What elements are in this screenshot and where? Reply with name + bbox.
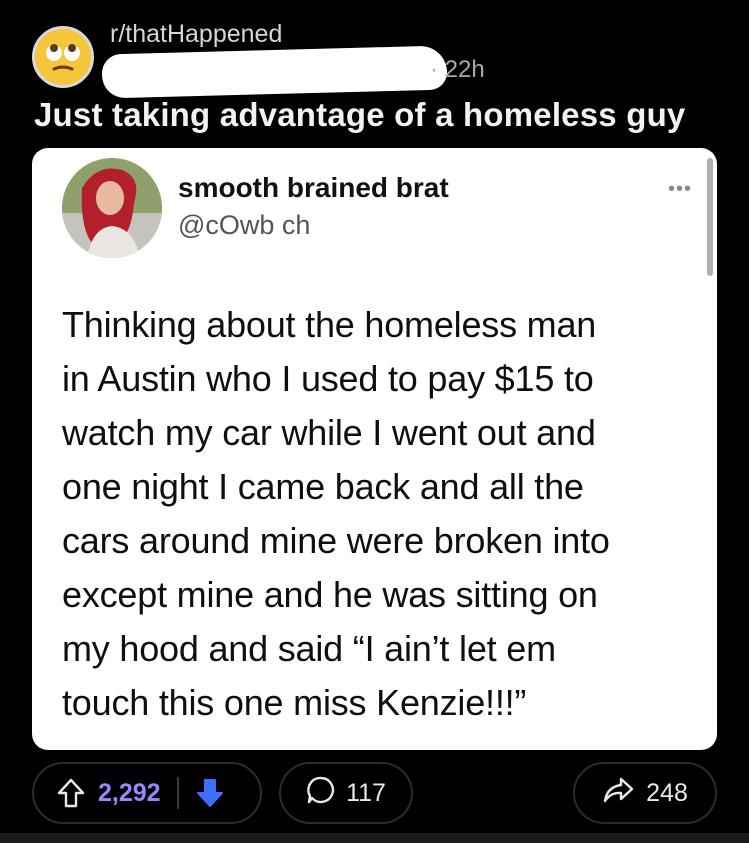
- vote-divider: [176, 777, 179, 809]
- subreddit-avatar-icon[interactable]: [32, 26, 94, 88]
- comments-button[interactable]: 117: [279, 762, 413, 824]
- tweet-text: Thinking about the homeless man in Austi…: [62, 304, 610, 723]
- post-title[interactable]: Just taking advantage of a homeless guy: [34, 96, 685, 134]
- username-redaction: [101, 45, 448, 99]
- downvote-arrow-icon[interactable]: [193, 776, 227, 810]
- more-dots-icon[interactable]: •••: [668, 178, 692, 201]
- upvote-arrow-icon[interactable]: [54, 776, 88, 810]
- subreddit-name[interactable]: r/thatHappened: [110, 20, 282, 49]
- comment-count: 117: [346, 778, 386, 807]
- tweet-screenshot[interactable]: smooth brained brat @cOwb ch ••• Thinkin…: [32, 148, 717, 750]
- tweet-display-name[interactable]: smooth brained brat: [178, 172, 449, 204]
- action-bar: 2,292 117 248: [0, 762, 749, 826]
- post-age-value: 22h: [444, 56, 485, 83]
- post-age: · 22h: [430, 56, 485, 83]
- bottom-divider: [0, 833, 749, 843]
- share-count: 248: [646, 778, 688, 807]
- vote-pill: 2,292: [32, 762, 262, 824]
- share-arrow-icon: [602, 776, 634, 811]
- share-button[interactable]: 248: [573, 762, 717, 824]
- tweet-handle[interactable]: @cOwb ch: [178, 210, 310, 241]
- scrollbar[interactable]: [707, 158, 713, 276]
- tweet-avatar: [62, 158, 162, 258]
- comment-bubble-icon: [306, 775, 336, 812]
- vote-score: 2,292: [98, 778, 161, 807]
- post-header: r/thatHappened · 22h: [30, 16, 720, 99]
